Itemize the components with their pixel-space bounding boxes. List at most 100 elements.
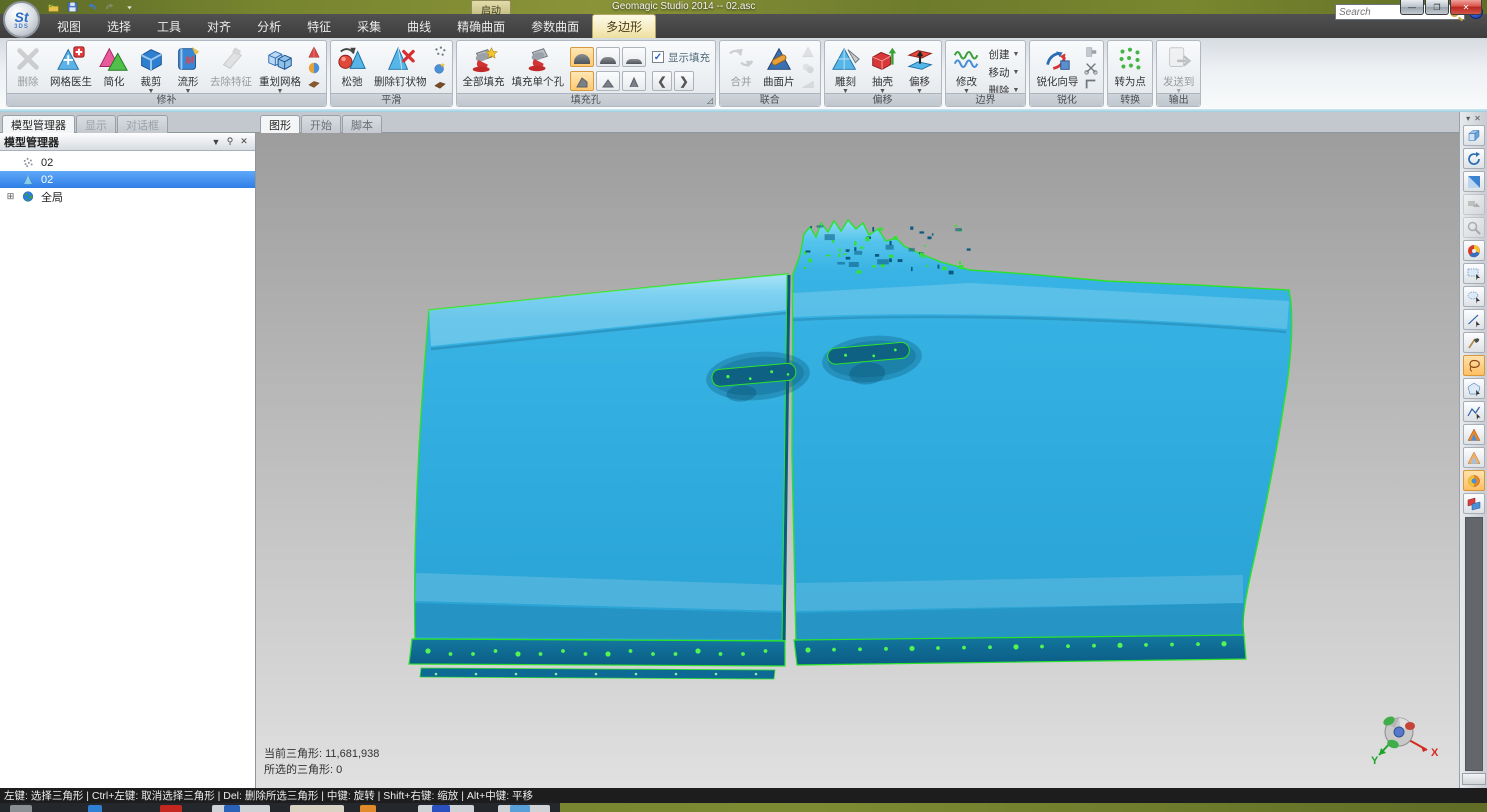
flange-mini-icon[interactable]	[1082, 45, 1100, 59]
dynamic-view-icon[interactable]	[1463, 125, 1485, 146]
panel-pin-icon[interactable]: ⚲	[223, 136, 237, 147]
windows-taskbar[interactable]	[0, 803, 1487, 812]
taskbar-app-fragment[interactable]	[160, 805, 182, 812]
hole-fill-type-1[interactable]	[570, 47, 594, 67]
flood-select-alt-icon[interactable]	[1463, 447, 1485, 468]
next-hole-button[interactable]: ❯	[674, 71, 694, 91]
viewport-tab-脚本[interactable]: 脚本	[342, 115, 382, 133]
ribbon-button-简化[interactable]: 简化	[96, 43, 132, 91]
panel-tab-显示[interactable]: 显示	[76, 115, 116, 133]
sphere-mini-icon[interactable]	[305, 61, 323, 75]
taskbar-apps[interactable]	[0, 803, 560, 812]
ribbon-tab-分析[interactable]: 分析	[244, 14, 294, 38]
taskbar-app-fragment[interactable]	[88, 805, 102, 812]
rectangle-select-icon[interactable]	[1463, 263, 1485, 284]
show-fill-checkbox[interactable]: ✓	[652, 51, 664, 63]
taskbar-app-fragment[interactable]	[224, 805, 240, 812]
ribbon-tab-选择[interactable]: 选择	[94, 14, 144, 38]
ribbon-tab-多边形[interactable]: 多边形	[592, 14, 656, 38]
ribbon-button-移动[interactable]: 移动▼	[986, 64, 1023, 81]
scanned-mesh-model[interactable]	[256, 133, 1459, 788]
panel-tab-模型管理器[interactable]: 模型管理器	[2, 115, 75, 133]
taskbar-app-fragment[interactable]	[212, 805, 270, 812]
open-icon[interactable]	[46, 1, 60, 13]
line-select-icon[interactable]	[1463, 309, 1485, 330]
ribbon-button-松弛[interactable]: 松弛	[334, 43, 370, 91]
3d-viewport[interactable]: 当前三角形: 11,681,938 所选的三角形: 0 X Y	[256, 133, 1459, 788]
panel-dropdown-icon[interactable]: ▼	[209, 137, 223, 147]
undo-icon[interactable]	[84, 1, 98, 13]
scissors-mini-icon[interactable]	[1082, 61, 1100, 75]
tree-item-02[interactable]: 02	[0, 171, 255, 188]
toolbar-footer-button[interactable]	[1462, 773, 1486, 785]
ribbon-tab-采集[interactable]: 采集	[344, 14, 394, 38]
sand-mini-icon[interactable]	[431, 77, 449, 91]
tree-item-全局[interactable]: ⊞ 全局	[0, 188, 255, 205]
taskbar-app-fragment[interactable]	[510, 805, 530, 812]
panel-close-icon[interactable]: ✕	[237, 136, 251, 147]
color-wheel-icon[interactable]	[1463, 240, 1485, 261]
ribbon-button-填充单个孔[interactable]: 填充单个孔	[509, 43, 568, 91]
ribbon-tab-工具[interactable]: 工具	[144, 14, 194, 38]
ribbon-button-创建[interactable]: 创建▼	[986, 46, 1023, 63]
minimize-button[interactable]: —	[1400, 0, 1424, 15]
viewport-tab-图形[interactable]: 图形	[260, 115, 300, 133]
polygon-select-icon[interactable]	[1463, 378, 1485, 399]
tree-expander-icon[interactable]: ⊞	[6, 192, 15, 201]
ribbon-tab-视图[interactable]: 视图	[44, 14, 94, 38]
ribbon-tab-对齐[interactable]: 对齐	[194, 14, 244, 38]
pyramid-mini-icon[interactable]	[305, 45, 323, 59]
tree-item-02[interactable]: 02	[0, 154, 255, 171]
ribbon-button-流形[interactable]: M 流形▼	[170, 43, 206, 91]
select-through-icon[interactable]	[1463, 493, 1485, 514]
taskbar-app-fragment[interactable]	[290, 805, 344, 812]
application-menu-button[interactable]: St 3DS	[3, 1, 40, 38]
panel-tab-对话框[interactable]: 对话框	[117, 115, 168, 133]
ribbon-button-曲面片[interactable]: 曲面片	[760, 43, 798, 91]
toolbar-dropdown-icon[interactable]: ▾	[1466, 114, 1470, 123]
qat-dropdown-icon[interactable]	[122, 1, 136, 13]
ribbon-button-雕刻[interactable]: 雕刻▼	[828, 43, 864, 91]
close-button[interactable]: ✕	[1450, 0, 1482, 15]
taskbar-app-fragment[interactable]	[360, 805, 376, 812]
ellipse-select-icon[interactable]	[1463, 286, 1485, 307]
sandpaper-mini-icon[interactable]	[305, 77, 323, 91]
redo-icon[interactable]	[103, 1, 117, 13]
taskbar-app-fragment[interactable]	[432, 805, 450, 812]
brush-select-icon[interactable]	[1463, 332, 1485, 353]
ribbon-button-删除钉状物[interactable]: 删除钉状物	[371, 43, 430, 91]
rotate-view-icon[interactable]	[1463, 148, 1485, 169]
ribbon-button-网格医生[interactable]: 网格医生	[47, 43, 95, 91]
toolbar-close-icon[interactable]: ✕	[1474, 114, 1481, 123]
ribbon-button-抽壳[interactable]: 抽壳▼	[865, 43, 901, 91]
corner-mini-icon[interactable]	[1082, 77, 1100, 91]
ribbon-button-全部填充[interactable]: 全部填充	[460, 43, 508, 91]
viewport-tab-开始[interactable]: 开始	[301, 115, 341, 133]
ribbon-button-偏移[interactable]: 偏移▼	[902, 43, 938, 91]
hole-fill-type-2[interactable]	[596, 47, 620, 67]
ribbon-tab-特征[interactable]: 特征	[294, 14, 344, 38]
ribbon-button-重划网格[interactable]: 重划网格▼	[256, 43, 304, 91]
flood-select-icon[interactable]	[1463, 424, 1485, 445]
ribbon-tab-参数曲面[interactable]: 参数曲面	[518, 14, 592, 38]
save-icon[interactable]	[65, 1, 79, 13]
hole-partial-fill-type-3[interactable]	[622, 71, 646, 91]
backface-mode-icon[interactable]	[1463, 470, 1485, 491]
ribbon-button-锐化向导[interactable]: 锐化向导	[1033, 43, 1081, 91]
lasso-select-icon[interactable]	[1463, 355, 1485, 376]
polish-mini-icon[interactable]	[431, 61, 449, 75]
maximize-button[interactable]: ❐	[1425, 0, 1449, 15]
shade-view-icon[interactable]	[1463, 171, 1485, 192]
hole-fill-type-3[interactable]	[622, 47, 646, 67]
ribbon-button-裁剪[interactable]: 裁剪▼	[133, 43, 169, 91]
taskbar-app-fragment[interactable]	[10, 805, 32, 812]
orientation-gizmo[interactable]: X Y	[1369, 708, 1443, 766]
denoise-mini-icon[interactable]	[431, 45, 449, 59]
ribbon-button-修改[interactable]: 修改▼	[949, 43, 985, 91]
hole-partial-fill-type-1[interactable]	[570, 71, 594, 91]
prev-hole-button[interactable]: ❮	[652, 71, 672, 91]
ribbon-tab-精确曲面[interactable]: 精确曲面	[444, 14, 518, 38]
ribbon-tab-曲线[interactable]: 曲线	[394, 14, 444, 38]
hole-partial-fill-type-2[interactable]	[596, 71, 620, 91]
polyline-select-icon[interactable]	[1463, 401, 1485, 422]
